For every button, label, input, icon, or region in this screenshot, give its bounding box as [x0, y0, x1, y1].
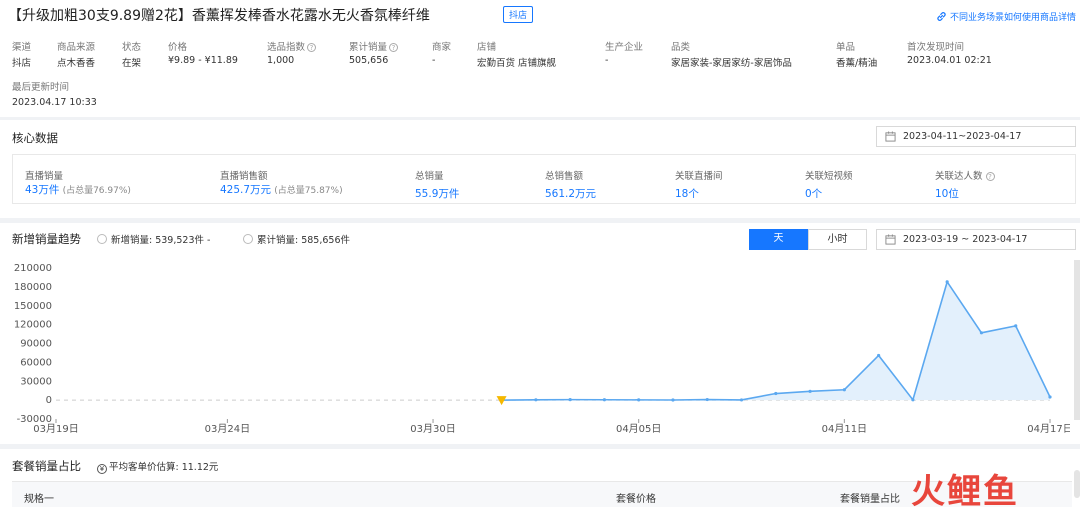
trend-title: 新增销量趋势: [12, 232, 81, 246]
field-status: 状态 在架: [122, 42, 142, 69]
field-price: 价格 ¥9.89 - ¥11.89: [168, 42, 238, 66]
core-date-picker[interactable]: 2023-04-11~2023-04-17: [876, 126, 1076, 147]
help-icon[interactable]: ?: [985, 172, 995, 181]
product-card: 【升级加粗30支9.89赠2花】香薰挥发棒香水花露水无火香氛棒纤维 抖店 不同业…: [0, 0, 1080, 117]
x-tick-label: 03月24日: [205, 423, 250, 435]
trend-date-picker[interactable]: 2023-03-19 ~ 2023-04-17: [876, 229, 1076, 250]
field-selection-index: 选品指数? 1,000: [267, 39, 317, 66]
field-manufacturer: 生产企业 -: [605, 42, 644, 66]
help-icon[interactable]: ?: [307, 43, 317, 52]
help-link[interactable]: 不同业务场景如何使用商品详情: [936, 10, 1076, 23]
legend-total-sales[interactable]: 累计销量: 585,656件: [243, 232, 350, 246]
x-tick-label: 04月17日: [1027, 423, 1070, 435]
col-spec: 规格一: [24, 494, 54, 505]
core-data-card: 核心数据 2023-04-11~2023-04-17 直播销量 43万件 (占总量…: [0, 120, 1080, 218]
tab-day[interactable]: 天: [749, 229, 808, 250]
field-first-seen: 首次发现时间 2023.04.01 02:21: [907, 42, 992, 66]
product-title: 【升级加粗30支9.89赠2花】香薰挥发棒香水花露水无火香氛棒纤维: [8, 8, 430, 24]
calendar-icon: [885, 234, 896, 245]
data-point: [534, 398, 538, 402]
data-point: [1048, 395, 1052, 399]
x-tick-label: 04月05日: [616, 423, 661, 435]
data-point: [808, 389, 812, 393]
y-tick-label: 0: [46, 395, 52, 406]
stat-total-revenue: 总销售额 561.2万元: [545, 171, 597, 200]
y-tick-label: 90000: [20, 339, 52, 350]
col-price[interactable]: 套餐价格: [616, 490, 656, 505]
sales-trend-chart[interactable]: 210000 180000 150000 120000 90000 60000 30000 0…: [0, 258, 1070, 438]
stat-live-sales: 直播销量 43万件 (占总量76.97%): [25, 171, 131, 196]
legend-new-sales[interactable]: 新增销量: 539,523件 -: [97, 232, 210, 246]
y-tick-label: 180000: [14, 282, 52, 293]
price-icon: ¥: [97, 464, 107, 474]
data-point: [979, 331, 984, 335]
stat-short-videos: 关联短视频 0个: [805, 171, 853, 200]
data-point: [568, 398, 572, 402]
field-last-update: 最后更新时间 2023.04.17 10:33: [12, 82, 97, 108]
series-area: [501, 281, 1051, 401]
core-stats-box: 直播销量 43万件 (占总量76.97%) 直播销售额 425.7万元 (占总量75…: [12, 154, 1076, 204]
watermark-logo: 火鲤鱼: [911, 472, 1019, 507]
calendar-icon: [885, 131, 896, 142]
field-merchant: 商家 -: [432, 42, 452, 66]
data-point: [637, 398, 641, 402]
data-point: [877, 353, 881, 358]
data-point: [945, 280, 949, 284]
data-point: [774, 391, 778, 396]
field-single-item: 单品 香薰/精油: [836, 42, 878, 69]
stat-total-sales: 总销量 55.9万件: [415, 171, 460, 200]
shop-link[interactable]: 宏勤百货 店铺旗舰: [477, 55, 556, 69]
tab-hour[interactable]: 小时: [808, 229, 867, 250]
chart-scrollbar[interactable]: [1074, 260, 1080, 420]
help-icon[interactable]: ?: [389, 43, 399, 52]
data-point: [705, 397, 709, 402]
data-point: [739, 398, 744, 402]
field-total-sales: 累计销量? 505,656: [349, 39, 399, 66]
data-point: [911, 398, 915, 402]
field-channel: 渠道 抖店: [12, 42, 32, 69]
col-share[interactable]: 套餐销量占比: [840, 490, 900, 505]
x-tick-label: 04月11日: [822, 423, 867, 435]
data-point: [671, 398, 675, 402]
field-category: 品类 家居家装-家居家纺-家居饰品: [671, 42, 792, 69]
y-tick-label: 30000: [20, 376, 52, 387]
eye-icon: [243, 234, 253, 244]
data-point: [842, 388, 846, 392]
data-point: [1014, 324, 1018, 328]
stat-live-revenue: 直播销售额 425.7万元 (占总量75.87%): [220, 171, 343, 196]
avg-price: ¥ 平均客单价估算: 11.12元: [97, 459, 218, 474]
y-tick-label: 60000: [20, 357, 52, 368]
meal-title: 套餐销量占比: [12, 459, 81, 473]
data-point: [602, 398, 607, 402]
field-source: 商品来源 点木香香: [57, 42, 96, 69]
eye-icon: [97, 234, 107, 244]
x-tick-label: 03月19日: [33, 423, 78, 435]
link-icon: [937, 12, 946, 21]
field-shop: 店铺 宏勤百货 店铺旗舰: [477, 42, 557, 69]
y-tick-label: 150000: [14, 301, 52, 312]
y-tick-label: 210000: [14, 263, 52, 274]
page-scrollbar[interactable]: [1074, 470, 1080, 498]
y-tick-label: 120000: [14, 320, 52, 331]
core-data-title: 核心数据: [12, 131, 58, 145]
stat-influencers: 关联达人数? 10位: [935, 168, 995, 201]
channel-tag: 抖店: [503, 6, 534, 23]
x-tick-label: 03月30日: [410, 423, 455, 435]
sales-trend-card: 新增销量趋势 新增销量: 539,523件 - 累计销量: 585,656件 天…: [0, 223, 1080, 444]
stat-live-rooms: 关联直播间 18个: [675, 171, 723, 200]
